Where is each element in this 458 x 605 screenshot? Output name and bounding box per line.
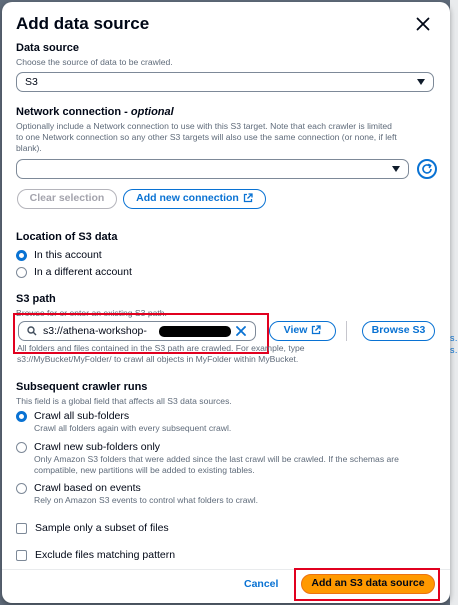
- location-label: Location of S3 data: [16, 231, 118, 243]
- network-description-3: blank).: [16, 143, 42, 153]
- exclude-pattern-checkbox[interactable]: Exclude files matching pattern: [16, 549, 175, 561]
- crawl-based-on-events-option[interactable]: Crawl based on events Rely on Amazon S3 …: [16, 482, 258, 506]
- crawl-all-subfolders-option[interactable]: Crawl all sub-folders Crawl all folders …: [16, 410, 231, 434]
- option-label: Crawl new sub-folders only: [34, 441, 161, 453]
- location-option-this-account[interactable]: In this account: [16, 249, 102, 262]
- backdrop-link: s… s…: [450, 333, 458, 355]
- subsequent-runs-label: Subsequent crawler runs: [16, 381, 148, 393]
- s3-path-label: S3 path: [16, 293, 56, 305]
- modal-title: Add data source: [16, 14, 150, 33]
- add-data-source-modal: Add data source Data source Choose the s…: [2, 2, 450, 603]
- location-option-label: In this account: [34, 249, 102, 261]
- page-backdrop: [450, 0, 458, 605]
- sample-subset-checkbox[interactable]: Sample only a subset of files: [16, 522, 169, 534]
- network-connection-label: Network connection - optional: [16, 106, 174, 118]
- clear-selection-button[interactable]: Clear selection: [17, 189, 117, 209]
- radio-selected: [16, 250, 27, 261]
- data-source-label: Data source: [16, 42, 79, 54]
- view-button[interactable]: View: [269, 321, 336, 341]
- data-source-select[interactable]: S3: [16, 72, 434, 92]
- option-description: Crawl all folders again with every subse…: [34, 423, 232, 433]
- close-icon: [416, 17, 430, 31]
- location-option-label: In a different account: [34, 266, 132, 278]
- option-description: Only Amazon S3 folders that were added s…: [34, 454, 399, 464]
- network-description-2: to one Network connection so any other S…: [16, 132, 397, 142]
- option-label: Crawl based on events: [34, 482, 141, 494]
- data-source-description: Choose the source of data to be crawled.: [16, 57, 173, 67]
- cancel-button[interactable]: Cancel: [244, 578, 278, 590]
- chevron-down-icon: [392, 166, 400, 172]
- option-description: compatible, new partitions will be added…: [34, 465, 255, 475]
- browse-s3-button[interactable]: Browse S3: [362, 321, 435, 341]
- checkbox-box: [16, 522, 27, 534]
- s3-path-hint-2: s3://MyBucket/MyFolder/ to crawl all obj…: [17, 354, 299, 364]
- option-label: Crawl all sub-folders: [34, 410, 130, 422]
- checkbox-box: [16, 549, 27, 561]
- close-button[interactable]: [412, 13, 434, 35]
- radio-selected: [16, 411, 27, 422]
- network-connection-select[interactable]: [16, 159, 409, 179]
- external-link-icon: [312, 325, 322, 335]
- refresh-connections-button[interactable]: [417, 159, 437, 179]
- option-description: Rely on Amazon S3 events to control what…: [34, 495, 259, 505]
- radio-unselected: [16, 483, 27, 494]
- checkbox-label: Sample only a subset of files: [35, 522, 169, 534]
- radio-unselected: [16, 442, 27, 453]
- network-description-1: Optionally include a Network connection …: [16, 121, 392, 131]
- s3-path-hint-1: All folders and files contained in the S…: [17, 343, 305, 353]
- add-new-connection-button[interactable]: Add new connection: [123, 189, 266, 209]
- refresh-icon: [422, 163, 432, 174]
- radio-unselected: [16, 267, 27, 278]
- crawl-new-subfolders-option[interactable]: Crawl new sub-folders only Only Amazon S…: [16, 441, 399, 476]
- modal-header: Add data source: [16, 14, 440, 36]
- location-option-different-account[interactable]: In a different account: [16, 266, 132, 279]
- checkbox-label: Exclude files matching pattern: [35, 549, 176, 561]
- network-connection-field: Network connection - optional Optionally…: [16, 106, 436, 154]
- highlight-box: [294, 568, 440, 601]
- data-source-field: Data source Choose the source of data to…: [16, 42, 436, 92]
- subsequent-runs-description: This field is a global field that affect…: [16, 396, 232, 406]
- chevron-down-icon: [417, 79, 425, 85]
- data-source-selected: S3: [25, 76, 38, 88]
- external-link-icon: [243, 193, 253, 203]
- vertical-divider: [346, 321, 347, 341]
